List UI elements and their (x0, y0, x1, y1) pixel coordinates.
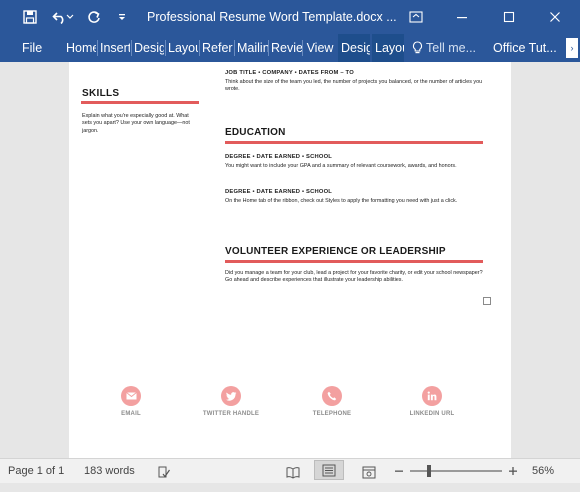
telephone-icon (322, 386, 342, 406)
contact-linkedin: LINKEDIN URL (387, 386, 477, 417)
ribbon-tab-bar: File Home Insert Design Layout Reference… (0, 34, 580, 62)
email-icon (121, 386, 141, 406)
tab-home[interactable]: Home (66, 34, 96, 62)
print-layout-icon[interactable] (314, 460, 344, 480)
education-text-2: On the Home tab of the ribbon, check out… (225, 198, 458, 204)
tab-table-layout[interactable]: Layout (372, 34, 404, 62)
skills-rule (81, 101, 199, 104)
close-icon[interactable] (532, 0, 578, 34)
volunteer-text: Did you manage a team for your club, lea… (225, 270, 483, 284)
skills-heading: SKILLS (82, 88, 120, 99)
tab-design[interactable]: Design (134, 34, 164, 62)
job-description: Think about the size of the team you led… (225, 79, 483, 93)
tell-me-box[interactable]: Tell me... (412, 34, 484, 62)
zoom-slider-track[interactable] (410, 470, 502, 472)
document-title: Professional Resume Word Template.docx .… (147, 10, 397, 24)
job-line: JOB TITLE • COMPANY • DATES FROM – TO (225, 70, 354, 76)
tab-review[interactable]: Review (271, 34, 302, 62)
table-resize-handle[interactable] (483, 297, 491, 305)
skills-text: Explain what you're especially good at. … (82, 113, 190, 134)
tab-file[interactable]: File (10, 34, 52, 62)
document-workspace: SKILLS Explain what you're especially go… (0, 62, 580, 458)
contact-linkedin-label: LINKEDIN URL (409, 411, 455, 417)
tell-me-text: Tell me... (426, 41, 477, 55)
proofing-icon[interactable] (157, 464, 171, 478)
document-page[interactable]: SKILLS Explain what you're especially go… (69, 62, 511, 458)
account-name[interactable]: Office Tut... (493, 34, 559, 62)
tab-layout[interactable]: Layout (168, 34, 198, 62)
tab-table-design[interactable]: Design (338, 34, 370, 62)
contact-telephone-label: TELEPHONE (312, 411, 352, 417)
contact-telephone: TELEPHONE (287, 386, 377, 417)
ribbon-display-icon[interactable] (393, 0, 439, 34)
minimize-icon[interactable] (439, 0, 485, 34)
education-rule (225, 141, 483, 144)
customize-toolbar-icon[interactable] (112, 0, 132, 34)
tab-view[interactable]: View (305, 34, 335, 62)
contact-twitter-label: TWITTER HANDLE (202, 411, 260, 417)
ribbon-collapse-icon[interactable]: › (566, 38, 578, 58)
contact-email-label: EMAIL (121, 411, 141, 417)
redo-icon[interactable] (82, 0, 106, 34)
zoom-in-button[interactable] (508, 459, 518, 483)
zoom-slider-thumb[interactable] (427, 465, 431, 477)
maximize-icon[interactable] (486, 0, 532, 34)
tab-mailings[interactable]: Mailings (237, 34, 268, 62)
web-layout-icon[interactable] (362, 464, 376, 479)
education-degree-1: DEGREE • DATE EARNED • SCHOOL (225, 154, 333, 160)
contact-email: EMAIL (86, 386, 176, 417)
volunteer-rule (225, 260, 483, 263)
twitter-icon (221, 386, 241, 406)
undo-dropdown-icon[interactable] (64, 0, 76, 34)
education-degree-2: DEGREE • DATE EARNED • SCHOOL (225, 189, 333, 195)
tab-references[interactable]: References (202, 34, 233, 62)
volunteer-heading: VOLUNTEER EXPERIENCE OR LEADERSHIP (225, 246, 446, 257)
education-heading: EDUCATION (225, 127, 286, 138)
zoom-level[interactable]: 56% (532, 459, 554, 483)
contact-twitter: TWITTER HANDLE (186, 386, 276, 417)
read-mode-icon[interactable] (286, 464, 300, 479)
status-bar: Page 1 of 1 183 words 56% (0, 458, 580, 483)
education-text-1: You might want to include your GPA and a… (225, 163, 457, 169)
title-bar: Professional Resume Word Template.docx .… (0, 0, 580, 34)
zoom-out-button[interactable] (394, 459, 404, 483)
tab-insert[interactable]: Insert (100, 34, 130, 62)
page-count[interactable]: Page 1 of 1 (8, 459, 64, 483)
save-icon[interactable] (18, 0, 42, 34)
word-count[interactable]: 183 words (84, 459, 135, 483)
linkedin-icon (422, 386, 442, 406)
lightbulb-icon (412, 41, 423, 54)
